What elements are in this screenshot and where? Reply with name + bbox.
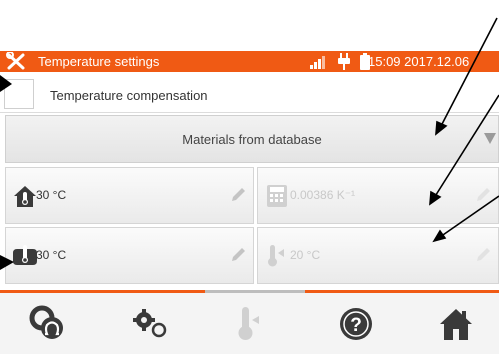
temperature-compensation-row: Temperature compensation xyxy=(0,74,499,113)
signal-icon xyxy=(310,55,325,69)
bottom-toolbar: ? xyxy=(0,290,499,354)
calculator-icon xyxy=(267,185,287,207)
svg-text:?: ? xyxy=(350,315,362,336)
materials-dropdown[interactable]: Materials from database xyxy=(5,115,499,163)
toolbar-divider-line xyxy=(205,290,305,293)
thermometer-reference-icon xyxy=(268,245,284,267)
edit-pencil-icon[interactable] xyxy=(229,246,247,264)
coefficient-field: 0.00386 K⁻¹ xyxy=(257,167,499,224)
help-icon[interactable]: ? xyxy=(336,304,376,344)
edit-pencil-icon xyxy=(477,188,490,201)
toolbar-accent-line xyxy=(0,290,205,293)
coefficient-value: 0.00386 K⁻¹ xyxy=(290,188,356,202)
object-thermometer-icon xyxy=(13,245,37,265)
window-title: Temperature settings xyxy=(38,54,160,69)
reference-temperature-value: 20 °C xyxy=(290,248,321,262)
materials-dropdown-value: Materials from database xyxy=(182,132,322,147)
measured-temperature-value: 30 °C xyxy=(36,188,67,202)
house-thermometer-icon xyxy=(14,186,36,207)
measured-temperature-field[interactable]: 30 °C xyxy=(5,167,254,224)
resistance-probe-icon[interactable] xyxy=(28,304,68,344)
tool-icon[interactable] xyxy=(6,52,26,71)
reference-temperature-field: 20 °C xyxy=(257,227,499,284)
object-temperature-value: 30 °C xyxy=(36,248,67,262)
datetime-readout: 15:09 2017.12.06 xyxy=(368,54,470,69)
temperature-compensation-checkbox[interactable] xyxy=(4,79,34,109)
thermometer-icon xyxy=(238,307,259,340)
plug-icon xyxy=(338,53,350,70)
home-icon[interactable] xyxy=(436,304,476,344)
dropdown-arrow-icon xyxy=(484,133,496,144)
title-bar: Temperature settings 15:09 2017.12.06 xyxy=(0,51,499,72)
edit-pencil-icon[interactable] xyxy=(229,186,247,204)
temperature-compensation-label: Temperature compensation xyxy=(50,88,208,103)
edit-pencil-icon xyxy=(477,248,490,261)
status-icons xyxy=(310,53,370,70)
object-temperature-field[interactable]: 30 °C xyxy=(5,227,254,284)
settings-gears-icon[interactable] xyxy=(130,304,170,344)
toolbar-accent-line xyxy=(305,290,499,293)
